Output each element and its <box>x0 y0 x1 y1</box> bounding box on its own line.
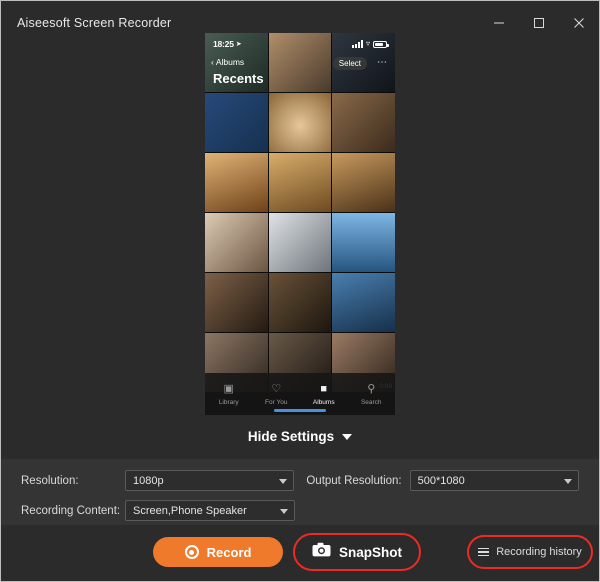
battery-icon <box>373 40 389 48</box>
recording-history-button[interactable]: Recording history <box>467 535 593 569</box>
output-resolution-select[interactable]: 500*1080 <box>409 470 579 491</box>
photos-nav-bar: ‹ Albums Recents Select ⋯ <box>205 55 395 95</box>
recording-content-row: Recording Content: Screen,Phone Speaker <box>21 500 579 521</box>
output-resolution-label: Output Resolution: <box>306 474 402 487</box>
list-icon <box>478 547 490 557</box>
chevron-left-icon: ‹ <box>211 57 214 67</box>
tab-library-label: Library <box>218 398 239 406</box>
tab-albums-label: Albums <box>312 398 335 406</box>
record-dot-icon <box>184 545 199 559</box>
library-icon: ▣ <box>223 382 234 395</box>
tab-for-you-label: For You <box>265 398 288 406</box>
back-label: Albums <box>215 57 245 67</box>
action-bar: Record SnapShot Recording history <box>1 525 599 581</box>
wifi-icon: ▿ <box>365 39 370 48</box>
albums-icon: ■ <box>320 382 328 395</box>
recording-content-label: Recording Content: <box>21 504 121 517</box>
snapshot-label: SnapShot <box>339 544 402 560</box>
phone-screen[interactable]: 0:09 18:25 ➤ ▿ ‹ Albums Recents <box>205 33 395 415</box>
recording-history-label: Recording history <box>496 546 582 558</box>
photos-tab-bar[interactable]: ▣ Library ♡ For You ■ Albums ⚲ Search <box>205 373 395 415</box>
photo-thumb-13[interactable] <box>205 273 268 332</box>
hide-settings-label: Hide Settings <box>247 429 335 444</box>
cellular-bars-icon <box>351 40 363 48</box>
tab-search-label: Search <box>360 398 382 406</box>
chevron-down-icon <box>342 433 353 440</box>
photo-thumb-14[interactable] <box>268 273 332 332</box>
recording-content-select[interactable]: Screen,Phone Speaker <box>125 500 295 521</box>
resolution-value: 1080p <box>133 474 164 487</box>
photo-thumb-7[interactable] <box>205 153 268 212</box>
snapshot-button[interactable]: SnapShot <box>293 533 421 571</box>
camera-icon <box>312 542 331 562</box>
photo-thumb-4[interactable] <box>205 93 268 152</box>
photo-thumb-6[interactable] <box>332 93 395 152</box>
photo-thumb-5[interactable] <box>268 93 332 152</box>
output-resolution-value: 500*1080 <box>417 474 465 487</box>
photo-thumb-11[interactable] <box>268 213 332 272</box>
chevron-down-icon <box>563 478 572 484</box>
tab-search[interactable]: ⚲ Search <box>348 383 396 406</box>
photo-thumb-9[interactable] <box>332 153 395 212</box>
tab-albums[interactable]: ■ Albums <box>300 383 348 406</box>
recording-content-value: Screen,Phone Speaker <box>133 504 247 517</box>
search-icon: ⚲ <box>367 382 376 395</box>
device-status-bar: 18:25 ➤ ▿ <box>205 33 395 55</box>
photo-thumb-8[interactable] <box>268 153 332 212</box>
hide-settings-toggle[interactable]: Hide Settings <box>1 429 599 444</box>
screen-recorder-window: Aiseesoft Screen Recorder 18:25 ➤ ▿ ‹ Al… <box>0 0 600 582</box>
resolution-select[interactable]: 1080p <box>125 470 295 491</box>
settings-panel: Resolution: 1080p Output Resolution: 500… <box>1 459 599 527</box>
location-arrow-icon: ➤ <box>235 41 242 48</box>
photo-thumb-15[interactable] <box>332 273 395 332</box>
ellipsis-icon[interactable]: ⋯ <box>377 57 387 68</box>
status-indicators: ▿ <box>351 39 389 48</box>
tab-for-you[interactable]: ♡ For You <box>253 383 301 406</box>
record-button[interactable]: Record <box>153 537 283 567</box>
resolution-row: Resolution: 1080p Output Resolution: 500… <box>21 470 579 491</box>
tab-library[interactable]: ▣ Library <box>205 383 253 406</box>
heart-icon: ♡ <box>271 382 282 395</box>
window-title: Aiseesoft Screen Recorder <box>17 16 172 30</box>
photo-thumb-10[interactable] <box>205 213 268 272</box>
chevron-down-icon <box>279 478 288 484</box>
resolution-label: Resolution: <box>21 474 79 487</box>
device-preview[interactable]: 0:09 18:25 ➤ ▿ ‹ Albums Recents <box>1 33 599 423</box>
back-to-albums-button[interactable]: ‹ Albums <box>211 57 244 67</box>
chevron-down-icon <box>280 508 288 514</box>
select-button[interactable]: Select <box>332 57 367 70</box>
home-indicator <box>274 409 326 412</box>
photos-title: Recents <box>213 71 264 86</box>
record-label: Record <box>206 544 252 560</box>
status-time: 18:25 <box>213 39 234 49</box>
photo-thumb-12[interactable] <box>332 213 395 272</box>
